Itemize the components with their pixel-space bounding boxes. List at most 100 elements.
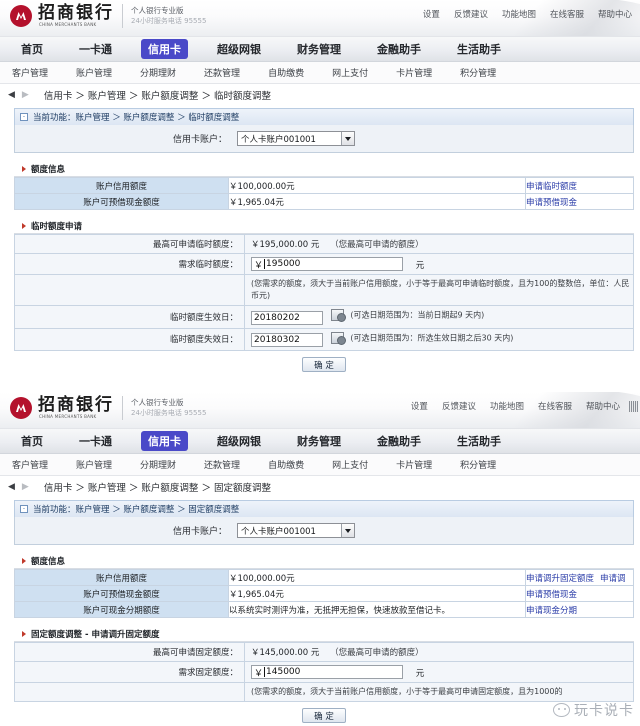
expand-icon[interactable]: -: [20, 113, 28, 121]
subnav-item-online-pay[interactable]: 网上支付: [332, 66, 368, 79]
need-limit-label: 需求临时额度：: [14, 253, 245, 275]
need-limit-input[interactable]: ￥ 145000: [251, 665, 403, 679]
spacer-cell: [14, 274, 245, 306]
end-date-note: (可选日期范围为：所选生效日期之后30 天内): [350, 333, 514, 342]
subnav-item-points[interactable]: 积分管理: [460, 458, 496, 471]
header-utility-links: 设置 反馈建议 功能地图 在线客服 帮助中心: [423, 8, 632, 20]
subnav-item-repayment[interactable]: 还款管理: [204, 458, 240, 471]
expand-icon[interactable]: -: [20, 505, 28, 513]
nav-item-finance[interactable]: 财务管理: [290, 431, 348, 451]
cmb-logo-icon: [10, 5, 32, 27]
main-nav-2: 首页 一卡通 信用卡 超级网银 财务管理 金融助手 生活助手: [0, 429, 640, 454]
account-select-label: 信用卡账户：: [172, 527, 227, 537]
forward-arrow-icon[interactable]: ▶: [22, 90, 29, 100]
header-link-feedback[interactable]: 反馈建议: [442, 400, 476, 412]
subnav-item-customer[interactable]: 客户管理: [12, 66, 48, 79]
header-link-sitemap[interactable]: 功能地图: [502, 8, 536, 20]
header-link-settings[interactable]: 设置: [423, 8, 440, 20]
row-action-link[interactable]: 申请预借现金: [525, 193, 634, 210]
subnav-item-customer[interactable]: 客户管理: [12, 458, 48, 471]
subnav-item-selfpay[interactable]: 自助缴费: [268, 66, 304, 79]
end-date-input[interactable]: 20180302: [251, 333, 323, 347]
row-action-link[interactable]: 申请现金分期: [525, 601, 634, 618]
row-action-links[interactable]: 申请调升固定额度 申请调: [525, 569, 634, 586]
fixed-limit-form: 最高可申请固定额度： ￥145,000.00 元 （您最高可申请的额度） 需求固…: [14, 642, 634, 702]
header-link-help[interactable]: 帮助中心: [586, 400, 620, 412]
header-link-support[interactable]: 在线客服: [538, 400, 572, 412]
max-limit-value-cell: ￥195,000.00 元 （您最高可申请的额度）: [244, 234, 634, 254]
nav-item-life-assist[interactable]: 生活助手: [450, 431, 508, 451]
header-link-sitemap[interactable]: 功能地图: [490, 400, 524, 412]
subnav-item-points[interactable]: 积分管理: [460, 66, 496, 79]
form-row-need-note: (您需求的额度，须大于当前账户信用额度，小于等于最高可申请固定额度，且为1000…: [14, 682, 634, 702]
logo-divider: [122, 4, 123, 28]
need-limit-value: 145000: [266, 667, 301, 677]
need-limit-unit: 元: [415, 668, 425, 679]
nav-item-home[interactable]: 首页: [14, 431, 50, 451]
triangle-right-icon: [22, 222, 26, 229]
confirm-button[interactable]: 确 定: [302, 708, 346, 723]
currency-symbol: ￥: [254, 260, 264, 271]
subnav-item-card-mgmt[interactable]: 卡片管理: [396, 66, 432, 79]
nav-item-credit-card[interactable]: 信用卡: [141, 431, 188, 451]
subnav-item-selfpay[interactable]: 自助缴费: [268, 458, 304, 471]
nav-item-fin-assist[interactable]: 金融助手: [370, 431, 428, 451]
subnav-item-installment[interactable]: 分期理财: [140, 66, 176, 79]
end-date-cell: 20180302 (可选日期范围为：所选生效日期之后30 天内): [244, 327, 634, 351]
nav-item-life-assist[interactable]: 生活助手: [450, 39, 508, 59]
start-date-value: 20180202: [254, 312, 300, 323]
chevron-down-icon[interactable]: [341, 132, 354, 145]
need-limit-input[interactable]: ￥ 195000: [251, 257, 403, 271]
start-date-cell: 20180202 (可选日期范围为：当前日期起9 天内): [244, 305, 634, 329]
account-select[interactable]: 个人卡账户001001: [237, 523, 355, 538]
current-function-text: 当前功能：账户管理 ＞ 账户额度调整 ＞ 临时额度调整: [33, 113, 240, 123]
back-arrow-icon[interactable]: ◀: [8, 90, 15, 100]
limit-info-table: 账户信用额度 ￥100,000.00元 申请临时额度 账户可预借现金额度 ￥1,…: [14, 177, 634, 210]
hotline: 24小时服务电话 95555: [131, 409, 207, 417]
nav-item-super-bank[interactable]: 超级网银: [210, 39, 268, 59]
account-select-value: 个人卡账户001001: [241, 134, 316, 145]
subnav-item-online-pay[interactable]: 网上支付: [332, 458, 368, 471]
section-header-temp-apply: 临时额度申请: [14, 218, 634, 234]
nav-item-credit-card[interactable]: 信用卡: [141, 39, 188, 59]
nav-item-yikatong[interactable]: 一卡通: [72, 39, 119, 59]
table-row: 账户可预借现金额度 ￥1,965.04元 申请预借现金: [14, 585, 634, 602]
row-action-link[interactable]: 申请临时额度: [525, 177, 634, 194]
header-utility-links: 设置 反馈建议 功能地图 在线客服 帮助中心: [411, 400, 620, 412]
header-link-support[interactable]: 在线客服: [550, 8, 584, 20]
subnav-item-account[interactable]: 账户管理: [76, 458, 112, 471]
nav-item-yikatong[interactable]: 一卡通: [72, 431, 119, 451]
nav-item-finance[interactable]: 财务管理: [290, 39, 348, 59]
confirm-button[interactable]: 确 定: [302, 357, 346, 372]
calendar-icon[interactable]: [330, 309, 346, 322]
link-raise-fixed-limit[interactable]: 申请调升固定额度: [527, 574, 595, 584]
nav-item-super-bank[interactable]: 超级网银: [210, 431, 268, 451]
chevron-down-icon[interactable]: [341, 524, 354, 537]
end-date-value: 20180302: [254, 335, 300, 345]
form-row-start-date: 临时额度生效日： 20180202 (可选日期范围为：当前日期起9 天内): [14, 305, 634, 329]
header-link-settings[interactable]: 设置: [411, 400, 428, 412]
account-select[interactable]: 个人卡账户001001: [237, 131, 355, 146]
triangle-right-icon: [22, 165, 26, 172]
current-function-text: 当前功能：账户管理 ＞ 账户额度调整 ＞ 固定额度调整: [33, 505, 240, 515]
header-link-help[interactable]: 帮助中心: [598, 8, 632, 20]
subnav-item-installment[interactable]: 分期理财: [140, 458, 176, 471]
forward-arrow-icon[interactable]: ▶: [22, 482, 29, 492]
subnav-item-card-mgmt[interactable]: 卡片管理: [396, 458, 432, 471]
nav-item-fin-assist[interactable]: 金融助手: [370, 39, 428, 59]
start-date-input[interactable]: 20180202: [251, 310, 323, 325]
row-action-link[interactable]: 申请预借现金: [525, 585, 634, 602]
end-date-label: 临时额度失效日：: [14, 327, 245, 351]
calendar-icon[interactable]: [330, 331, 346, 345]
section-title: 额度信息: [31, 164, 66, 175]
subnav-item-account[interactable]: 账户管理: [76, 66, 112, 79]
need-limit-label: 需求固定额度：: [14, 661, 245, 683]
back-arrow-icon[interactable]: ◀: [8, 482, 15, 492]
subnav-item-repayment[interactable]: 还款管理: [204, 66, 240, 79]
bank-name-cn: 招商银行: [38, 395, 114, 415]
nav-item-home[interactable]: 首页: [14, 39, 50, 59]
table-row: 账户可现金分期额度 以系统实时测评为准，无抵押无担保，快速放款至借记卡。 申请现…: [14, 601, 634, 618]
sub-nav: 客户管理 账户管理 分期理财 还款管理 自助缴费 网上支付 卡片管理 积分管理: [0, 62, 640, 84]
header-link-feedback[interactable]: 反馈建议: [454, 8, 488, 20]
link-lower-fixed-limit[interactable]: 申请调: [600, 574, 626, 584]
